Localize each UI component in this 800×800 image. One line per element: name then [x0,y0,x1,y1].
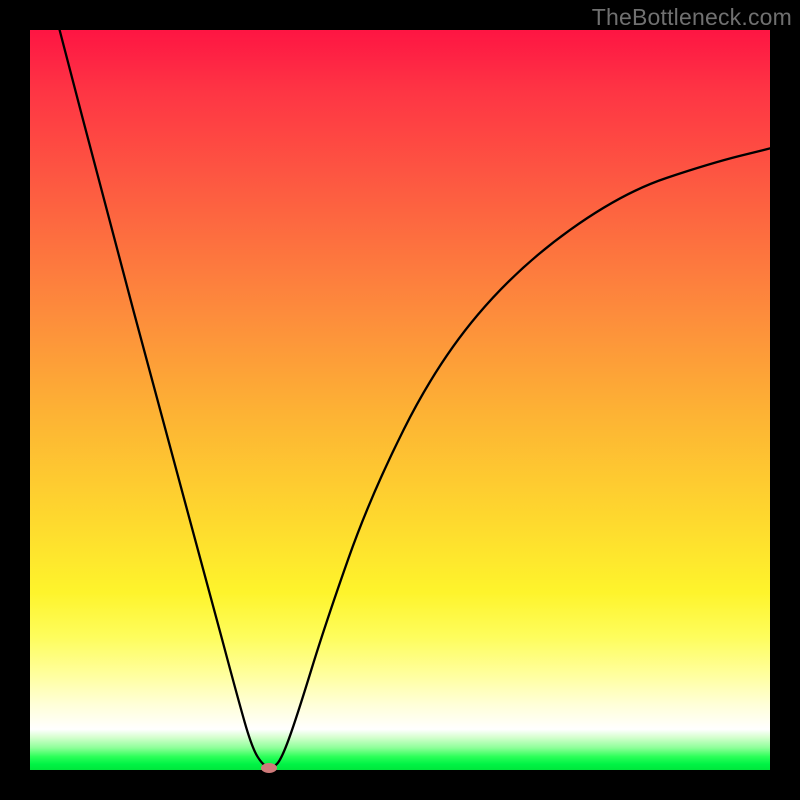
bottleneck-curve [30,30,770,770]
watermark-text: TheBottleneck.com [592,4,792,31]
chart-plot-area [30,30,770,770]
optimal-point-marker [261,763,277,773]
